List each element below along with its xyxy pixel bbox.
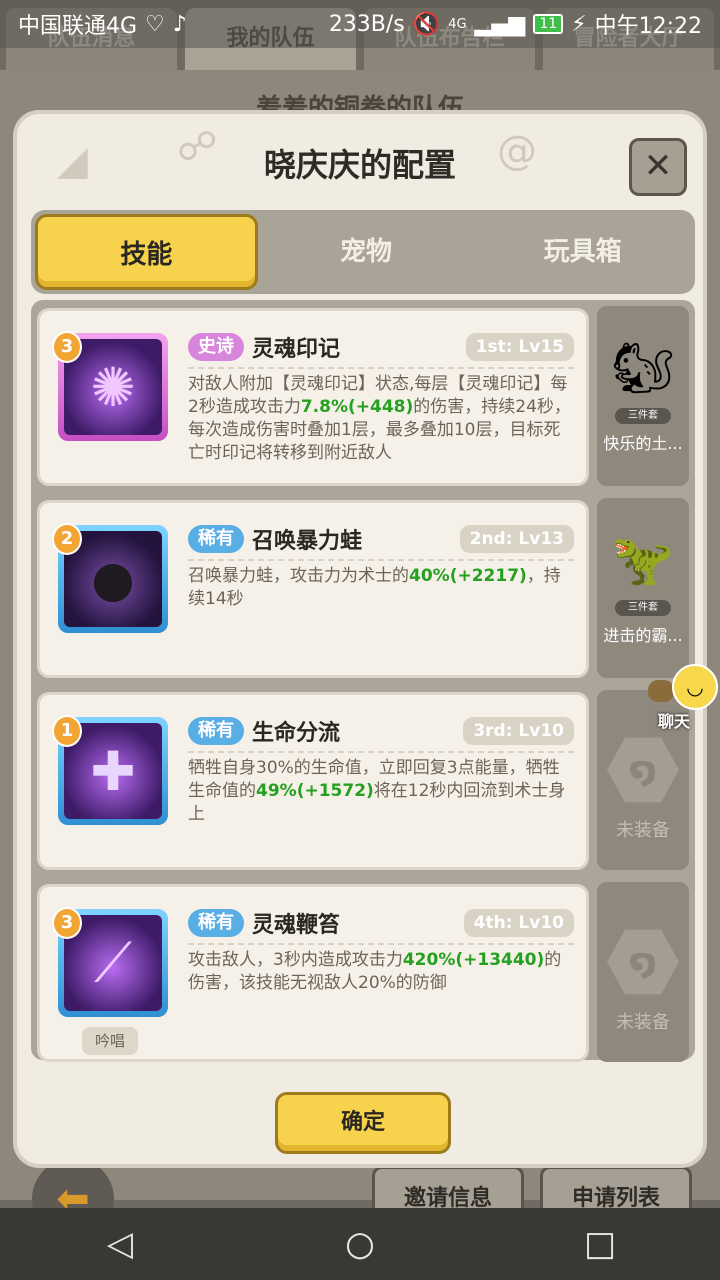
smiley-icon: ◡ — [672, 664, 718, 710]
tiktok-icon: ♪ — [172, 11, 187, 37]
close-button[interactable]: ✕ — [629, 138, 687, 196]
chat-label: 聊天 — [658, 712, 691, 731]
pet-set-tag: 三件套 — [615, 600, 671, 616]
network-speed: 233B/s — [328, 11, 405, 37]
skill-description: 召唤暴力蛙，攻击力为术士的40%(+2217)，持续14秒 — [188, 566, 561, 609]
back-icon[interactable]: ◁ — [90, 1224, 150, 1264]
system-nav-bar: ◁ ○ □ — [0, 1208, 720, 1280]
status-bar: 中国联通4G ♡ ♪ 233B/s 🔇 4G ▂▄▆ 11 ⚡ 中午12:22 — [0, 0, 720, 48]
carrier-label: 中国联通4G — [18, 14, 138, 39]
pet-name: 进击的霸... — [603, 626, 683, 645]
empty-label: 未装备 — [616, 1012, 670, 1033]
chat-bubble-icon — [648, 680, 674, 702]
chat-button[interactable]: ◡ 聊天 — [648, 664, 718, 731]
heart-icon: ♡ — [145, 11, 165, 37]
tab-pets[interactable]: 宠物 — [258, 214, 475, 290]
skill-name: 生命分流 — [252, 721, 341, 746]
pet-slot[interactable]: 🐿 三件套 快乐的土... — [597, 306, 689, 486]
battery-icon: 11 — [533, 14, 564, 34]
pet-name: 快乐的土... — [603, 434, 683, 453]
order-badge: 1 — [52, 715, 82, 747]
config-modal: ◢ ☍ @ 晓庆庆的配置 ✕ 技能 宠物 玩具箱 ✺ 3 史诗 灵魂印记 1st… — [13, 110, 707, 1168]
network-label: 4G — [448, 16, 467, 32]
mute-icon: 🔇 — [412, 11, 441, 37]
config-tabs: 技能 宠物 玩具箱 — [31, 210, 695, 294]
rarity-badge: 稀有 — [188, 909, 244, 937]
empty-slot-icon: ໑ — [607, 737, 679, 803]
soul-flame-icon: ✺ — [90, 355, 136, 419]
rarity-badge: 史诗 — [188, 333, 244, 361]
empty-label: 未装备 — [616, 820, 670, 841]
skill-name: 灵魂印记 — [252, 337, 341, 362]
tab-skills[interactable]: 技能 — [35, 214, 258, 290]
skill-name: 召唤暴力蛙 — [252, 529, 363, 554]
skill-card[interactable]: ⟋ 3 吟唱 稀有 灵魂鞭笞 4th: Lv10 攻击敌人，3秒内造成攻击力42… — [37, 884, 589, 1062]
pet-figure-icon: 🐿 — [611, 338, 675, 397]
life-cross-icon: ✚ — [90, 739, 136, 803]
frog-icon: ● — [91, 550, 135, 608]
close-icon: ✕ — [643, 146, 673, 186]
skill-card[interactable]: ✺ 3 史诗 灵魂印记 1st: Lv15 对敌人附加【灵魂印记】状态,每层【灵… — [37, 308, 589, 486]
order-badge: 3 — [52, 331, 82, 363]
divider — [188, 559, 574, 561]
charging-icon: ⚡ — [571, 11, 587, 37]
modal-title: 晓庆庆的配置 — [263, 146, 456, 184]
skill-level: 1st: Lv15 — [465, 333, 574, 361]
order-badge: 3 — [52, 907, 82, 939]
home-icon[interactable]: ○ — [330, 1224, 390, 1264]
confirm-button[interactable]: 确定 — [275, 1092, 451, 1154]
pet-slot-empty[interactable]: ໑ 未装备 — [597, 882, 689, 1062]
time-label: 中午12:22 — [594, 14, 702, 39]
divider — [188, 367, 574, 369]
pet-set-tag: 三件套 — [615, 408, 671, 424]
skill-description: 攻击敌人，3秒内造成攻击力420%(+13440)的伤害，该技能无视敌人20%的… — [188, 950, 562, 993]
signal-icon: ▂▄▆ — [474, 11, 526, 37]
chant-badge: 吟唱 — [82, 1027, 138, 1055]
skill-name: 灵魂鞭笞 — [252, 913, 341, 938]
pet-slot[interactable]: 🦖 三件套 进击的霸... — [597, 498, 689, 678]
divider — [188, 943, 574, 945]
rarity-badge: 稀有 — [188, 717, 244, 745]
skill-level: 2nd: Lv13 — [459, 525, 574, 553]
rarity-badge: 稀有 — [188, 525, 244, 553]
divider — [188, 751, 574, 753]
skills-panel: ✺ 3 史诗 灵魂印记 1st: Lv15 对敌人附加【灵魂印记】状态,每层【灵… — [31, 300, 695, 1062]
skill-level: 4th: Lv10 — [463, 909, 574, 937]
recents-icon[interactable]: □ — [570, 1224, 630, 1264]
tab-toybox[interactable]: 玩具箱 — [474, 214, 691, 290]
whip-icon: ⟋ — [94, 931, 132, 994]
skill-card[interactable]: ● 2 稀有 召唤暴力蛙 2nd: Lv13 召唤暴力蛙，攻击力为术士的40%(… — [37, 500, 589, 678]
order-badge: 2 — [52, 523, 82, 555]
skill-card[interactable]: ✚ 1 稀有 生命分流 3rd: Lv10 牺牲自身30%的生命值，立即回复3点… — [37, 692, 589, 870]
skill-description: 对敌人附加【灵魂印记】状态,每层【灵魂印记】每2秒造成攻击力7.8%(+448)… — [188, 374, 571, 463]
skill-level: 3rd: Lv10 — [463, 717, 574, 745]
empty-slot-icon: ໑ — [607, 929, 679, 995]
skill-description: 牺牲自身30%的生命值，立即回复3点能量，牺牲生命值的49%(+1572)将在1… — [188, 758, 566, 824]
pet-figure-icon: 🦖 — [611, 530, 675, 589]
